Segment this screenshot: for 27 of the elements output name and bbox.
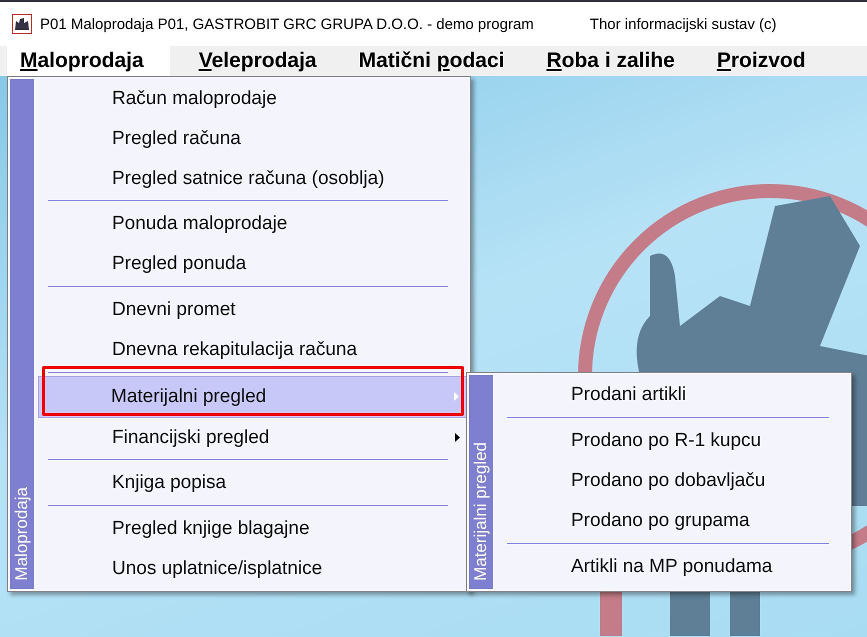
menu-item[interactable]: Pregled računa [40,118,468,159]
menu-item[interactable]: Pregled satnice računa (osoblja) [40,158,468,198]
menu-item[interactable]: Financijski pregled [40,418,468,458]
menu-item[interactable]: Knjiga popisa [40,463,468,504]
menu-bar-item[interactable]: Proizvod [704,46,819,76]
menu-item[interactable]: Artikli na MP ponudama [499,547,849,587]
menu-item[interactable]: Račun maloprodaje [40,79,468,119]
app-logo-icon [12,14,32,34]
menu-bar-item[interactable]: Maloprodaja [7,46,170,76]
window-title: P01 Maloprodaja P01, GASTROBIT GRC GRUPA D.O.O. - demo program [40,16,534,32]
menu-item[interactable]: Dnevna rekapitulacija računa [40,330,468,370]
menu-item[interactable]: Prodani artikli [499,375,849,415]
menu-item[interactable]: Dnevni promet [40,290,468,330]
menu-item[interactable]: Pregled ponuda [40,244,468,284]
menu-item[interactable]: Ponuda maloprodaje [40,204,468,244]
menu-side-label: Materijalni pregled [471,442,491,581]
menu-item[interactable]: Prodano po grupama [499,501,849,541]
window-title: Thor informacijski sustav (c) [590,16,776,32]
menu-bar-item[interactable]: Veleprodaja [186,46,330,76]
menu-item[interactable]: Prodano po R-1 kupcu [499,421,849,461]
menu-bar-item[interactable]: Matični podaci [346,46,518,76]
menu-bar-item[interactable]: Roba i zalihe [533,46,688,76]
menu-item[interactable]: Materijalni pregled [38,376,468,418]
menu-item[interactable]: Prodano po dobavljaču [499,461,849,501]
menu-item[interactable]: Pregled knjige blagajne [40,509,468,550]
menu-item[interactable]: Unos uplatnice/isplatnice [40,549,468,589]
menu-side-label: Maloprodaja [12,487,32,581]
